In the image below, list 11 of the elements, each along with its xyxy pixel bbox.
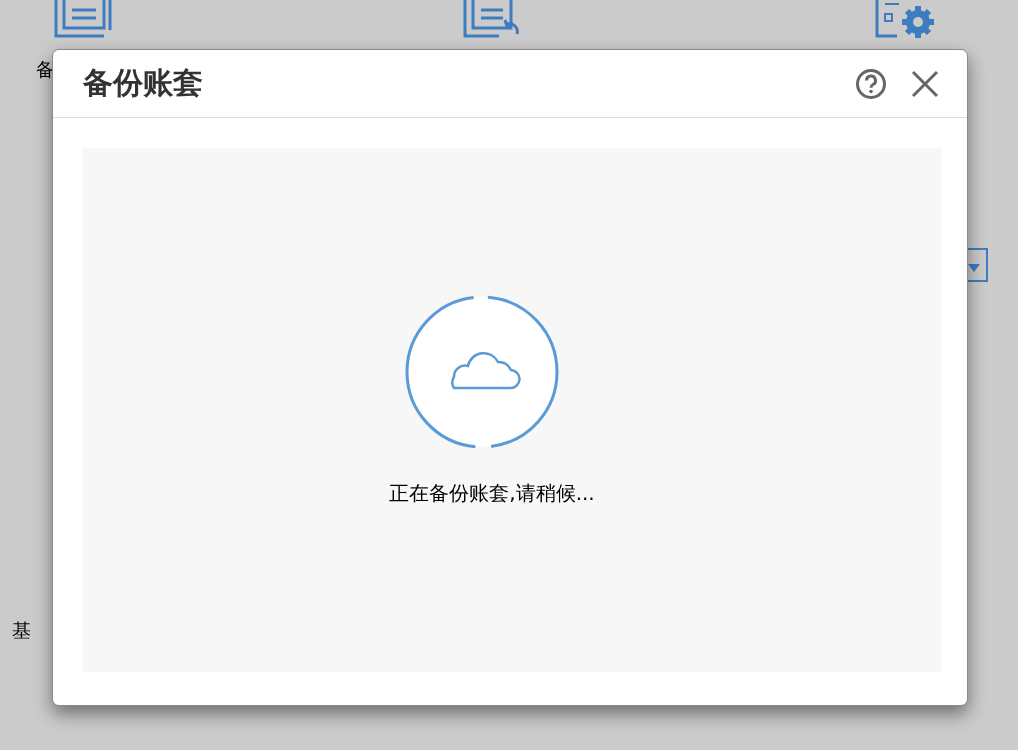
dialog-title: 备份账套 xyxy=(83,64,204,102)
menu-label: 基 xyxy=(12,619,31,641)
settings-icon[interactable] xyxy=(875,0,937,38)
close-icon xyxy=(911,69,939,98)
help-button[interactable] xyxy=(855,67,887,100)
caret-icon xyxy=(968,264,980,272)
close-button[interactable] xyxy=(911,69,939,98)
status-message: 正在备份账套,请稍候... xyxy=(389,480,595,507)
loading-spinner-icon xyxy=(404,294,560,450)
help-icon xyxy=(855,67,887,100)
menu-label: 备 xyxy=(36,58,55,80)
